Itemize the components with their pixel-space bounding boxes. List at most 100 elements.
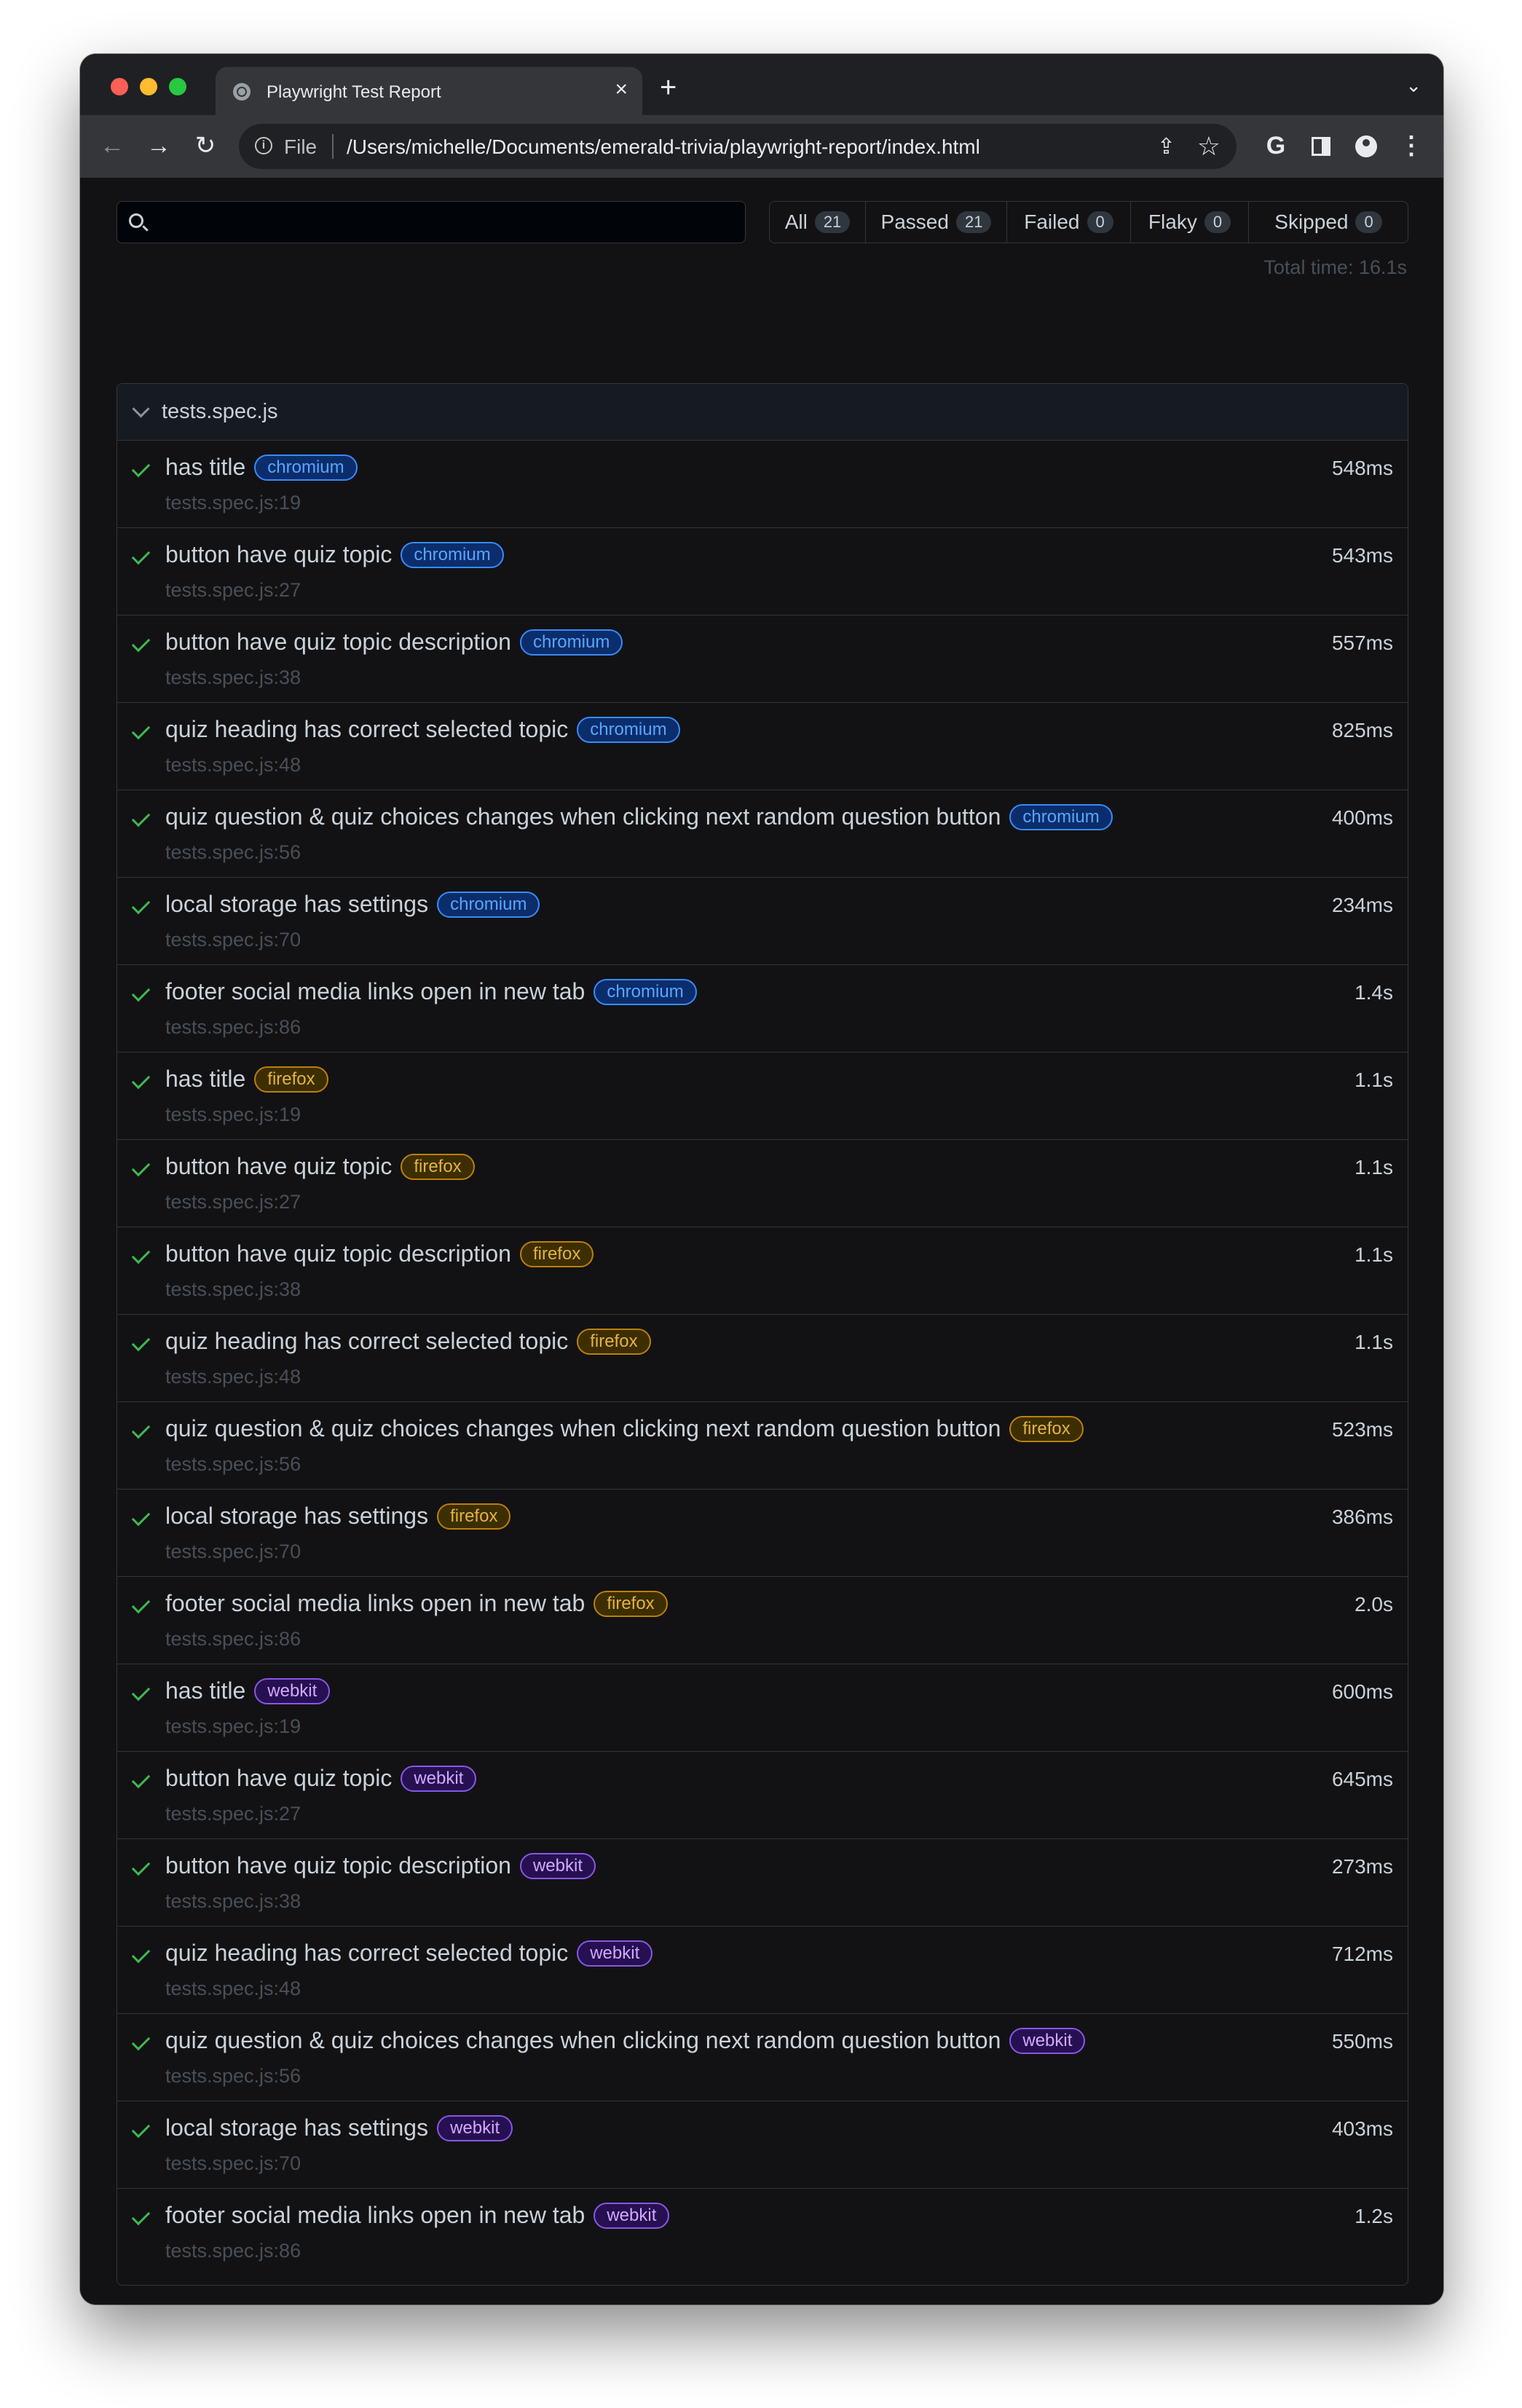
test-title[interactable]: quiz heading has correct selected topic	[165, 716, 568, 743]
test-row[interactable]: local storage has settings firefox tests.s…	[117, 1490, 1408, 1577]
test-row[interactable]: has title chromium tests.spec.js:19 548ms	[117, 441, 1408, 528]
test-location[interactable]: tests.spec.js:56	[165, 2065, 301, 2088]
project-badge[interactable]: chromium	[254, 454, 358, 481]
test-row[interactable]: quiz question & quiz choices changes whe…	[117, 1402, 1408, 1490]
project-badge[interactable]: firefox	[254, 1066, 328, 1093]
test-location[interactable]: tests.spec.js:48	[165, 1366, 301, 1388]
side-panel-icon[interactable]	[1305, 131, 1337, 156]
test-title[interactable]: footer social media links open in new ta…	[165, 978, 585, 1005]
test-location[interactable]: tests.spec.js:70	[165, 2152, 301, 2175]
project-badge[interactable]: chromium	[577, 716, 680, 743]
test-location[interactable]: tests.spec.js:38	[165, 1278, 301, 1301]
test-row[interactable]: quiz question & quiz choices changes whe…	[117, 790, 1408, 878]
reload-button[interactable]: ↻	[189, 130, 221, 162]
project-badge[interactable]: chromium	[437, 891, 540, 918]
project-badge[interactable]: webkit	[401, 1765, 477, 1792]
test-row[interactable]: button have quiz topic description webkit…	[117, 1839, 1408, 1927]
test-row[interactable]: has title webkit tests.spec.js:19 600ms	[117, 1664, 1408, 1752]
project-badge[interactable]: firefox	[437, 1503, 511, 1530]
test-location[interactable]: tests.spec.js:70	[165, 1541, 301, 1563]
filter-all[interactable]: All 21	[770, 202, 866, 243]
test-title[interactable]: has title	[165, 454, 245, 481]
close-tab-icon[interactable]: ×	[615, 79, 628, 101]
test-title[interactable]: button have quiz topic description	[165, 1852, 511, 1879]
project-badge[interactable]: firefox	[577, 1328, 651, 1355]
star-icon[interactable]: ☆	[1197, 131, 1221, 162]
close-window-button[interactable]	[111, 78, 128, 95]
test-row[interactable]: button have quiz topic webkit tests.spec.j…	[117, 1752, 1408, 1839]
back-button[interactable]: ←	[96, 130, 128, 162]
test-title[interactable]: button have quiz topic	[165, 1765, 392, 1792]
project-badge[interactable]: webkit	[1009, 2027, 1086, 2054]
test-title[interactable]: has title	[165, 1066, 245, 1093]
test-title[interactable]: local storage has settings	[165, 2114, 428, 2141]
project-badge[interactable]: chromium	[401, 541, 504, 568]
test-location[interactable]: tests.spec.js:70	[165, 929, 301, 951]
test-row[interactable]: button have quiz topic description firefo…	[117, 1227, 1408, 1315]
test-location[interactable]: tests.spec.js:86	[165, 2240, 301, 2262]
filter-failed[interactable]: Failed 0	[1007, 202, 1131, 243]
test-location[interactable]: tests.spec.js:19	[165, 492, 301, 514]
test-location[interactable]: tests.spec.js:48	[165, 754, 301, 776]
test-row[interactable]: has title firefox tests.spec.js:19 1.1s	[117, 1052, 1408, 1140]
filter-passed[interactable]: Passed 21	[866, 202, 1007, 243]
test-location[interactable]: tests.spec.js:56	[165, 1453, 301, 1476]
test-location[interactable]: tests.spec.js:86	[165, 1628, 301, 1650]
project-badge[interactable]: webkit	[437, 2114, 513, 2141]
google-icon[interactable]: G	[1260, 131, 1292, 160]
test-title[interactable]: quiz heading has correct selected topic	[165, 1328, 568, 1355]
test-title[interactable]: button have quiz topic description	[165, 629, 511, 656]
test-title[interactable]: quiz heading has correct selected topic	[165, 1940, 568, 1967]
profile-icon[interactable]	[1350, 131, 1382, 157]
test-row[interactable]: local storage has settings chromium tests.…	[117, 878, 1408, 965]
test-title[interactable]: has title	[165, 1677, 245, 1704]
test-row[interactable]: quiz heading has correct selected topic c…	[117, 703, 1408, 790]
minimize-window-button[interactable]	[140, 78, 157, 95]
test-title[interactable]: quiz question & quiz choices changes whe…	[165, 803, 1001, 830]
project-badge[interactable]: firefox	[1009, 1415, 1084, 1442]
test-title[interactable]: quiz question & quiz choices changes whe…	[165, 2027, 1001, 2054]
url-text[interactable]: /Users/michelle/Documents/emerald-trivia…	[347, 135, 980, 159]
test-location[interactable]: tests.spec.js:27	[165, 579, 301, 602]
test-title[interactable]: button have quiz topic	[165, 541, 392, 568]
new-tab-button[interactable]: +	[660, 73, 677, 102]
test-location[interactable]: tests.spec.js:86	[165, 1016, 301, 1039]
test-title[interactable]: footer social media links open in new ta…	[165, 2202, 585, 2229]
address-bar[interactable]: i File /Users/michelle/Documents/emerald…	[239, 124, 1237, 169]
menu-kebab-icon[interactable]: ⋮	[1395, 131, 1427, 160]
test-title[interactable]: footer social media links open in new ta…	[165, 1590, 585, 1617]
project-badge[interactable]: webkit	[254, 1677, 331, 1704]
test-title[interactable]: local storage has settings	[165, 891, 428, 918]
test-row[interactable]: local storage has settings webkit tests.sp…	[117, 2101, 1408, 2189]
zoom-window-button[interactable]	[169, 78, 186, 95]
project-badge[interactable]: chromium	[1009, 803, 1113, 830]
suite-header[interactable]: tests.spec.js	[117, 384, 1408, 441]
search-input[interactable]	[117, 201, 746, 243]
project-badge[interactable]: firefox	[401, 1153, 475, 1180]
project-badge[interactable]: chromium	[519, 629, 623, 656]
test-location[interactable]: tests.spec.js:56	[165, 841, 301, 864]
test-row[interactable]: quiz heading has correct selected topic w…	[117, 1927, 1408, 2014]
test-location[interactable]: tests.spec.js:19	[165, 1103, 301, 1126]
filter-skipped[interactable]: Skipped 0	[1249, 202, 1408, 243]
test-row[interactable]: quiz question & quiz choices changes whe…	[117, 2014, 1408, 2101]
test-row[interactable]: button have quiz topic description chromi…	[117, 615, 1408, 703]
project-badge[interactable]: webkit	[577, 1940, 653, 1967]
share-icon[interactable]: ⇪	[1157, 134, 1175, 160]
forward-button[interactable]: →	[143, 130, 175, 162]
test-location[interactable]: tests.spec.js:27	[165, 1803, 301, 1825]
project-badge[interactable]: webkit	[594, 2202, 670, 2229]
test-row[interactable]: footer social media links open in new ta…	[117, 2189, 1408, 2276]
project-badge[interactable]: firefox	[594, 1590, 668, 1617]
test-location[interactable]: tests.spec.js:27	[165, 1191, 301, 1213]
chevron-down-icon[interactable]: ⌄	[1405, 74, 1422, 97]
test-title[interactable]: button have quiz topic description	[165, 1240, 511, 1267]
test-title[interactable]: local storage has settings	[165, 1503, 428, 1530]
test-title[interactable]: quiz question & quiz choices changes whe…	[165, 1415, 1001, 1442]
test-row[interactable]: button have quiz topic chromium tests.spec…	[117, 528, 1408, 615]
test-row[interactable]: footer social media links open in new ta…	[117, 1577, 1408, 1664]
project-badge[interactable]: firefox	[519, 1240, 594, 1267]
test-row[interactable]: quiz heading has correct selected topic f…	[117, 1315, 1408, 1402]
project-badge[interactable]: webkit	[519, 1852, 596, 1879]
test-title[interactable]: button have quiz topic	[165, 1153, 392, 1180]
